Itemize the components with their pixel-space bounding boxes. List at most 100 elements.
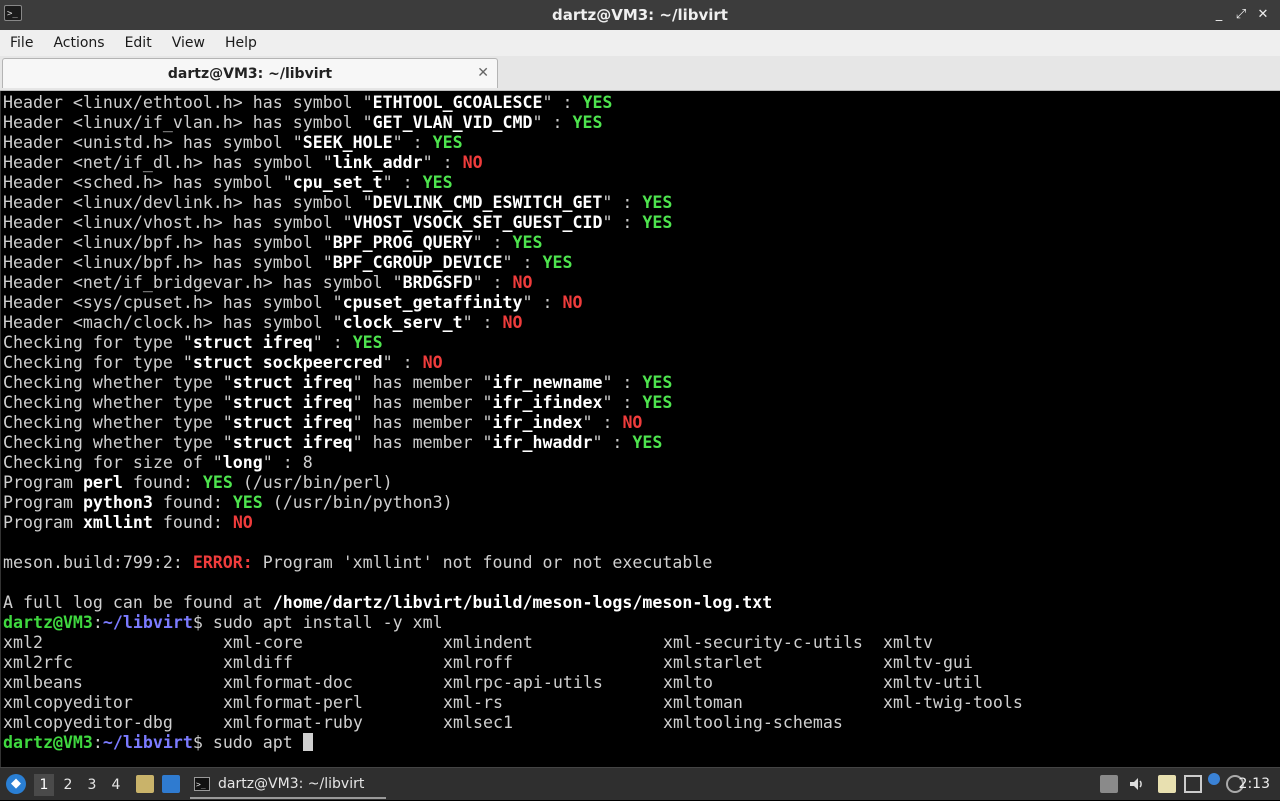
terminal-text: struct ifreq [232,433,353,452]
text-cursor [302,733,313,751]
terminal-line: Header <linux/vhost.h> has symbol "VHOST… [3,213,1103,233]
workspace-3[interactable]: 3 [82,774,102,796]
prompt-dollar: $ [192,733,213,752]
clipboard-icon[interactable] [1158,775,1176,793]
terminal-text: " : [592,433,633,452]
terminal-line: A full log can be found at /home/dartz/l… [3,593,1103,613]
completion-item: xml-security-c-utils [663,633,863,652]
terminal-line: meson.build:799:2: ERROR: Program 'xmlli… [3,553,1103,573]
terminal-line: Header <linux/devlink.h> has symbol "DEV… [3,193,1103,213]
terminal-line: Header <sys/cpuset.h> has symbol "cpuset… [3,293,1103,313]
terminal-text: Program 'xmllint' not found or not execu… [252,553,713,572]
terminal-text: " : [532,113,573,132]
menu-actions[interactable]: Actions [43,35,114,51]
terminal-text: YES [422,173,453,192]
completion-item: xmlroff [443,653,513,672]
terminal-text: ifr_index [492,413,583,432]
terminal-output[interactable]: Header <linux/ethtool.h> has symbol "ETH… [0,91,1280,767]
desktop-icon[interactable] [162,775,180,793]
terminal-text: YES [542,253,573,272]
menu-edit[interactable]: Edit [115,35,162,51]
terminal-text: " : [582,413,623,432]
menu-file[interactable]: File [0,35,43,51]
terminal-text: Header <linux/bpf.h> has symbol " [3,233,333,252]
tab-close-icon[interactable]: ✕ [477,59,489,87]
completion-item: xml-core [223,633,303,652]
tab-terminal[interactable]: dartz@VM3: ~/libvirt ✕ [2,58,498,88]
workspace-1[interactable]: 1 [34,774,54,796]
completion-item: xmlformat-ruby [223,713,363,732]
prompt-user: dartz@VM3 [3,613,93,632]
terminal-text: " : [382,353,423,372]
file-manager-icon[interactable] [136,775,154,793]
clock[interactable]: 2:13 [1239,768,1270,801]
terminal-line: Checking whether type "struct ifreq" has… [3,393,1103,413]
maximize-button[interactable]: ⤢ [1230,0,1252,30]
terminal-text: Header <mach/clock.h> has symbol " [3,313,343,332]
start-menu-icon[interactable]: ◆ [6,774,26,794]
tab-bar: dartz@VM3: ~/libvirt ✕ [0,56,1280,91]
completion-item: xmltooling-schemas [663,713,843,732]
completion-item: xmltv-gui [883,653,973,672]
terminal-text: Header <net/if_bridgevar.h> has symbol " [3,273,403,292]
eject-icon[interactable] [1100,775,1118,793]
terminal-text: NO [462,153,483,172]
volume-icon[interactable] [1128,775,1146,793]
terminal-text: found: [152,513,233,532]
terminal-text: ifr_newname [492,373,603,392]
terminal-text: /home/dartz/libvirt/build/meson-logs/mes… [272,593,773,612]
terminal-text: long [222,453,263,472]
terminal-text: YES [432,133,463,152]
terminal-text: " : [602,213,643,232]
completion-item: xmlto [663,673,713,692]
completion-item: xmlformat-perl [223,693,363,712]
notification-icon[interactable] [1208,773,1220,785]
completion-item: xml2rfc [3,653,73,672]
window-titlebar: >_ dartz@VM3: ~/libvirt _ ⤢ ✕ [0,0,1280,30]
menu-help[interactable]: Help [215,35,267,51]
terminal-text: " has member " [352,393,493,412]
minimize-button[interactable]: _ [1208,0,1230,30]
terminal-text: " : 8 [262,453,313,472]
terminal-text: ETHTOOL_GCOALESCE [372,93,543,112]
completion-row: xmlcopyeditor-dbg xmlformat-ruby xmlsec1 xm… [3,713,1103,733]
terminal-text: SEEK_HOLE [302,133,393,152]
menu-view[interactable]: View [162,35,215,51]
completion-item: xmlindent [443,633,533,652]
terminal-text: NO [512,273,533,292]
taskbar-window-button[interactable]: >_ dartz@VM3: ~/libvirt [190,771,386,799]
prompt-path: ~/libvirt [102,733,193,752]
terminal-icon: >_ [194,777,210,791]
terminal-text: " : [472,233,513,252]
terminal-text: " : [472,273,513,292]
prompt-line: dartz@VM3:~/libvirt$ sudo apt [3,733,1103,753]
terminal-text: " : [542,93,583,112]
terminal-line: Checking for size of "long" : 8 [3,453,1103,473]
terminal-text: python3 [82,493,153,512]
completion-item: xml-rs [443,693,503,712]
terminal-text: Program [3,473,83,492]
terminal-text: Header <linux/ethtool.h> has symbol " [3,93,373,112]
terminal-line: Header <unistd.h> has symbol "SEEK_HOLE"… [3,133,1103,153]
terminal-text: Checking for size of " [3,453,223,472]
terminal-text: GET_VLAN_VID_CMD [372,113,533,132]
terminal-line: Header <linux/bpf.h> has symbol "BPF_CGR… [3,253,1103,273]
terminal-text: cpuset_getaffinity [342,293,523,312]
workspace-4[interactable]: 4 [106,774,126,796]
terminal-text: YES [632,433,663,452]
taskbar-window-label: dartz@VM3: ~/libvirt [218,776,365,792]
terminal-text: Header <linux/devlink.h> has symbol " [3,193,373,212]
terminal-text: ifr_ifindex [492,393,603,412]
terminal-text: YES [572,113,603,132]
close-button[interactable]: ✕ [1252,0,1274,30]
completion-item: xmldiff [223,653,293,672]
terminal-text: YES [642,373,673,392]
terminal-text: ERROR: [192,553,253,572]
workspace-2[interactable]: 2 [58,774,78,796]
command-text: sudo apt [212,733,303,752]
terminal-text: " : [502,253,543,272]
terminal-text: A full log can be found at [3,593,273,612]
network-icon[interactable] [1184,775,1202,793]
terminal-text: " : [602,373,643,392]
